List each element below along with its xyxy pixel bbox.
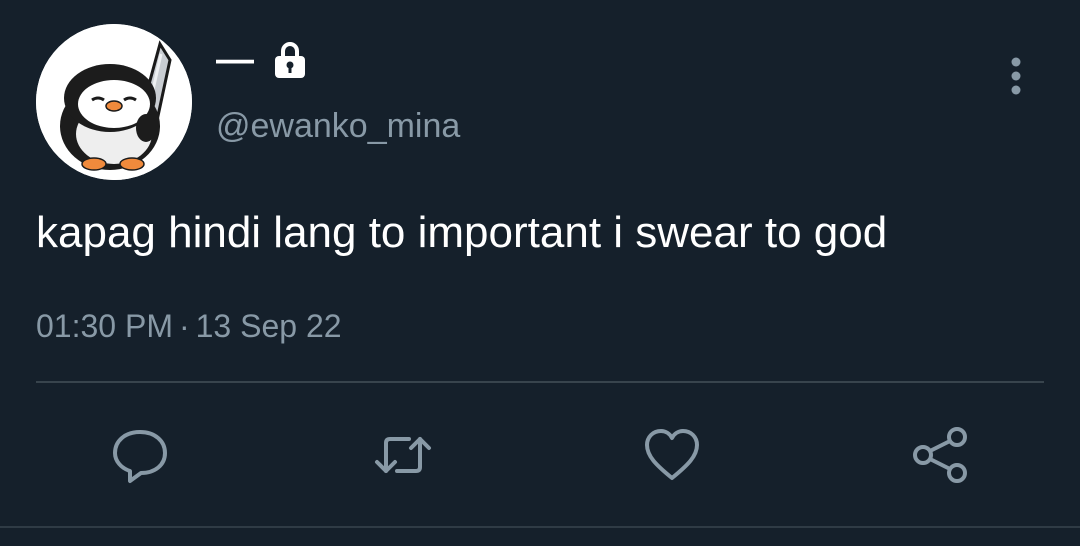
- speech-bubble-icon: [113, 430, 167, 483]
- retweet-button[interactable]: [373, 425, 433, 485]
- bottom-divider: [0, 526, 1080, 528]
- display-name-row: —: [216, 40, 308, 80]
- share-button[interactable]: [910, 425, 970, 485]
- user-handle[interactable]: @ewanko_mina: [216, 106, 460, 146]
- timestamp-separator: ·: [178, 308, 190, 344]
- share-nodes-icon: [913, 427, 967, 483]
- divider: [36, 381, 1044, 383]
- more-options-button[interactable]: [996, 52, 1036, 100]
- tweet-timestamp[interactable]: 01:30 PM · 13 Sep 22: [36, 306, 342, 346]
- vertical-dots-icon: [1011, 57, 1021, 95]
- reply-button[interactable]: [110, 425, 170, 485]
- tweet-date: 13 Sep 22: [195, 308, 342, 344]
- tweet-card: — @ewanko_mina kapag hindi lang to impor…: [0, 0, 1080, 546]
- tweet-text: kapag hindi lang to important i swear to…: [36, 208, 888, 257]
- heart-icon: [645, 429, 699, 480]
- like-button[interactable]: [642, 425, 702, 485]
- retweet-arrows-icon: [375, 437, 431, 473]
- tweet-time: 01:30 PM: [36, 308, 173, 344]
- avatar[interactable]: [36, 24, 192, 180]
- penguin-avatar-icon: [36, 24, 192, 180]
- display-name[interactable]: —: [216, 40, 254, 80]
- lock-icon: [275, 42, 305, 78]
